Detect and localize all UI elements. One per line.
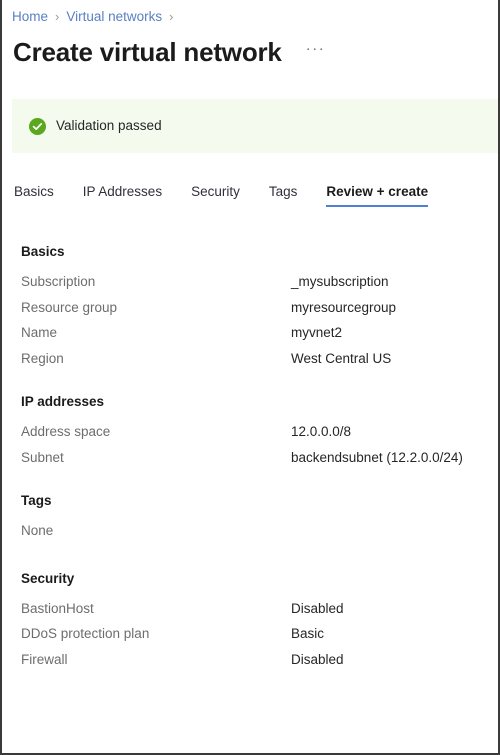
- validation-banner-text: Validation passed: [56, 118, 162, 133]
- page-title: Create virtual network: [13, 37, 282, 67]
- tab-basics[interactable]: Basics: [14, 182, 54, 207]
- table-row: BastionHost Disabled: [21, 600, 488, 626]
- tab-tags[interactable]: Tags: [269, 182, 298, 207]
- summary-sections: Basics Subscription _mysubscription Reso…: [21, 243, 488, 694]
- more-options-icon[interactable]: ···: [302, 40, 330, 64]
- table-row: Subscription _mysubscription: [21, 273, 488, 299]
- table-row: DDoS protection plan Basic: [21, 625, 488, 651]
- section-basics: Basics Subscription _mysubscription Reso…: [21, 243, 488, 375]
- section-security: Security BastionHost Disabled DDoS prote…: [21, 570, 488, 677]
- table-row: Resource group myresourcegroup: [21, 299, 488, 325]
- table-row: Address space 12.0.0.0/8: [21, 423, 488, 449]
- table-row: Name myvnet2: [21, 324, 488, 350]
- table-row: Firewall Disabled: [21, 651, 488, 677]
- row-value: 12.0.0.0/8: [291, 424, 352, 439]
- tab-security[interactable]: Security: [191, 182, 240, 207]
- row-value: _mysubscription: [291, 274, 389, 289]
- validation-banner: Validation passed: [12, 99, 498, 153]
- row-label: Subnet: [21, 449, 64, 465]
- row-value: Disabled: [291, 600, 344, 616]
- row-value: West Central US: [291, 350, 392, 366]
- breadcrumb: Home › Virtual networks ›: [2, 0, 498, 27]
- section-heading: Basics: [21, 244, 65, 259]
- table-row: Region West Central US: [21, 350, 488, 376]
- row-label: Region: [21, 350, 64, 366]
- row-value: Basic: [291, 626, 325, 641]
- chevron-right-icon: ›: [55, 9, 60, 24]
- row-label: BastionHost: [21, 600, 94, 616]
- create-virtual-network-blade: Home › Virtual networks › Create virtual…: [0, 0, 500, 755]
- tags-empty-text: None: [21, 523, 54, 538]
- breadcrumb-item-home[interactable]: Home: [12, 8, 48, 26]
- row-label: Subscription: [21, 274, 96, 289]
- tab-ip-addresses[interactable]: IP Addresses: [83, 182, 162, 207]
- row-label: DDoS protection plan: [21, 626, 150, 641]
- row-label: Resource group: [21, 299, 118, 315]
- tab-bar: Basics IP Addresses Security Tags Review…: [14, 182, 490, 214]
- row-value: myresourcegroup: [291, 299, 397, 315]
- row-value: backendsubnet (12.2.0.0/24): [291, 449, 463, 465]
- tab-review-create[interactable]: Review + create: [326, 182, 428, 207]
- row-value: Disabled: [291, 651, 344, 667]
- table-row: Subnet backendsubnet (12.2.0.0/24): [21, 449, 488, 475]
- section-heading: Tags: [21, 493, 52, 508]
- row-value: myvnet2: [291, 325, 343, 340]
- chevron-right-icon: ›: [169, 9, 174, 24]
- check-circle-icon: [29, 117, 46, 135]
- breadcrumb-item-virtual-networks[interactable]: Virtual networks: [66, 8, 162, 26]
- row-label: Address space: [21, 424, 111, 439]
- section-heading: Security: [21, 570, 75, 586]
- section-ip-addresses: IP addresses Address space 12.0.0.0/8 Su…: [21, 393, 488, 474]
- row-label: Name: [21, 325, 58, 340]
- section-tags: Tags None: [21, 492, 488, 548]
- row-label: Firewall: [21, 651, 68, 667]
- section-heading: IP addresses: [21, 394, 105, 409]
- title-row: Create virtual network ···: [2, 27, 498, 71]
